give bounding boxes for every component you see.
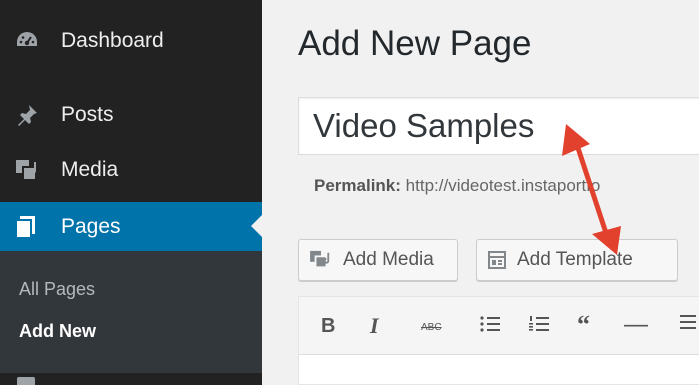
page-title: Add New Page xyxy=(298,24,532,63)
add-template-button[interactable]: Add Template xyxy=(476,239,678,281)
add-media-button[interactable]: Add Media xyxy=(298,239,458,281)
template-icon xyxy=(487,250,507,270)
sidebar-item-media[interactable]: Media xyxy=(0,146,262,194)
submenu-all-pages[interactable]: All Pages xyxy=(19,279,95,300)
admin-sidebar: Dashboard Posts Media Pages All Pages Ad… xyxy=(0,0,262,385)
permalink: Permalink: http://videotest.instaportfo xyxy=(314,176,600,196)
current-menu-arrow xyxy=(251,215,262,237)
horizontal-line-button[interactable]: — xyxy=(624,311,648,339)
bold-button[interactable]: B xyxy=(321,315,335,338)
submenu-add-new[interactable]: Add New xyxy=(19,321,96,342)
blockquote-button[interactable]: “ xyxy=(577,310,590,340)
strikethrough-button[interactable]: ABC xyxy=(421,322,442,333)
italic-button[interactable]: I xyxy=(370,313,379,339)
media-icon xyxy=(15,158,49,182)
sidebar-item-pages[interactable]: Pages xyxy=(0,202,262,251)
title-input-value: Video Samples xyxy=(313,107,535,144)
permalink-label: Permalink: xyxy=(314,176,401,195)
sidebar-item-dashboard[interactable]: Dashboard xyxy=(0,17,262,65)
sidebar-item-label: Media xyxy=(61,158,119,181)
content-editor[interactable]: B I ABC “ — xyxy=(298,296,699,385)
dashboard-icon xyxy=(15,29,49,53)
media-icon xyxy=(309,250,333,270)
pages-submenu: All Pages Add New xyxy=(0,251,262,373)
pushpin-icon xyxy=(15,103,49,127)
permalink-url[interactable]: http://videotest.instaportfo xyxy=(406,176,601,195)
align-left-icon[interactable] xyxy=(680,312,696,338)
sidebar-item-posts[interactable]: Posts xyxy=(0,91,262,139)
sidebar-item-label: Posts xyxy=(61,103,114,126)
comments-icon[interactable] xyxy=(17,377,35,385)
title-input[interactable]: Video Samples xyxy=(298,97,699,155)
pages-icon xyxy=(15,215,49,239)
add-template-label: Add Template xyxy=(517,249,633,270)
editor-toolbar: B I ABC “ — xyxy=(299,297,699,355)
add-media-label: Add Media xyxy=(343,249,434,270)
sidebar-bottom xyxy=(0,373,262,385)
sidebar-item-label: Dashboard xyxy=(61,29,164,52)
bullet-list-icon[interactable] xyxy=(479,314,501,340)
main-content: Add New Page Video Samples Permalink: ht… xyxy=(262,0,699,385)
sidebar-item-label: Pages xyxy=(61,214,121,238)
numbered-list-icon[interactable] xyxy=(528,314,550,340)
